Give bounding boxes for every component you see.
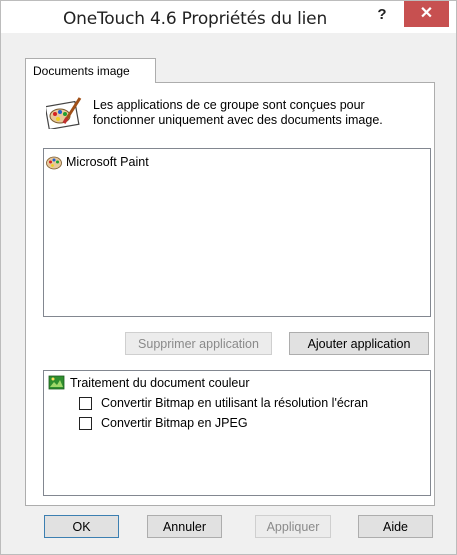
close-icon: ✕ xyxy=(419,5,434,22)
option-bitmap-screen-resolution[interactable]: Convertir Bitmap en utilisant la résolut… xyxy=(79,396,368,410)
window-title: OneTouch 4.6 Propriétés du lien xyxy=(63,9,328,29)
cancel-button[interactable]: Annuler xyxy=(147,515,222,538)
properties-dialog: OneTouch 4.6 Propriétés du lien ? ✕ Docu… xyxy=(0,0,457,555)
app-label: Microsoft Paint xyxy=(66,155,149,169)
ok-button[interactable]: OK xyxy=(44,515,119,538)
application-list[interactable]: Microsoft Paint xyxy=(43,148,431,317)
options-tree: Traitement du document couleur Convertir… xyxy=(43,370,431,496)
paint-brush-icon xyxy=(46,97,82,129)
tab-panel: Les applications de ce groupe sont conçu… xyxy=(25,82,435,506)
title-bar: OneTouch 4.6 Propriétés du lien ? ✕ xyxy=(1,1,456,33)
help-title-button[interactable]: ? xyxy=(367,3,397,27)
option-label: Convertir Bitmap en JPEG xyxy=(101,416,248,430)
paint-palette-icon xyxy=(46,156,62,169)
color-document-icon xyxy=(48,375,65,390)
help-button[interactable]: Aide xyxy=(358,515,433,538)
checkbox[interactable] xyxy=(79,396,92,410)
options-root: Traitement du document couleur xyxy=(48,375,250,390)
checkbox[interactable] xyxy=(79,416,92,430)
list-item-microsoft-paint[interactable]: Microsoft Paint xyxy=(46,154,149,170)
option-label: Convertir Bitmap en utilisant la résolut… xyxy=(101,396,369,410)
options-root-label: Traitement du document couleur xyxy=(70,375,250,390)
group-description: Les applications de ce groupe sont conçu… xyxy=(93,98,383,127)
add-application-button[interactable]: Ajouter application xyxy=(289,332,429,355)
close-button[interactable]: ✕ xyxy=(404,1,449,27)
apply-button[interactable]: Appliquer xyxy=(255,515,331,538)
remove-application-button[interactable]: Supprimer application xyxy=(125,332,272,355)
tab-label: Documents image xyxy=(33,64,130,78)
tab-documents-image[interactable]: Documents image xyxy=(25,58,156,83)
option-bitmap-jpeg[interactable]: Convertir Bitmap en JPEG xyxy=(79,416,248,430)
